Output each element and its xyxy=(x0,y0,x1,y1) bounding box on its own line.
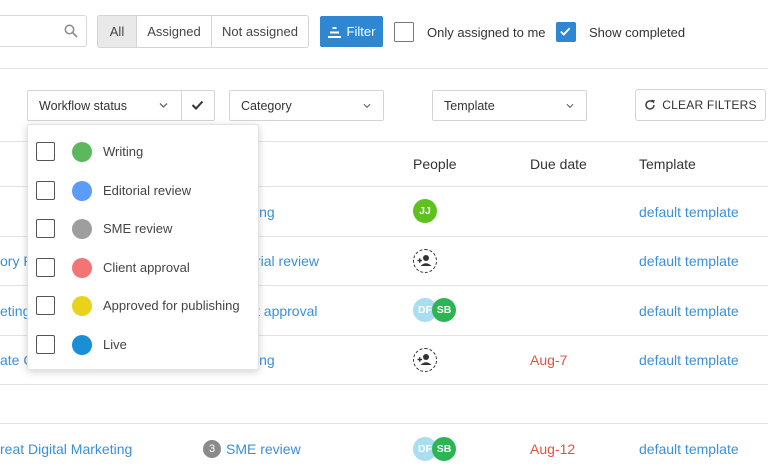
template-select[interactable]: Template xyxy=(432,90,587,121)
option-checkbox[interactable] xyxy=(36,219,55,238)
row-title-link[interactable]: eting xyxy=(0,303,30,319)
tab-assigned[interactable]: Assigned xyxy=(137,16,212,47)
template-label: Template xyxy=(444,98,495,113)
row-divider xyxy=(0,384,768,385)
status-color-dot xyxy=(72,258,92,278)
row-status-link[interactable]: SME review xyxy=(226,441,301,457)
option-checkbox[interactable] xyxy=(36,142,55,161)
due-date: Aug-7 xyxy=(530,352,568,368)
workflow-status-select[interactable]: Workflow status xyxy=(27,90,215,121)
row-template-link[interactable]: default template xyxy=(639,253,739,269)
dropdown-option-sme-review[interactable]: SME review xyxy=(28,209,260,247)
column-header-people: People xyxy=(413,156,457,172)
option-label: Writing xyxy=(103,144,144,159)
option-checkbox[interactable] xyxy=(36,335,55,354)
option-label: Live xyxy=(103,337,127,352)
status-color-dot xyxy=(72,219,92,239)
option-label: SME review xyxy=(103,221,173,236)
refresh-icon xyxy=(645,99,656,110)
dropdown-option-writing[interactable]: Writing xyxy=(28,132,260,170)
option-checkbox[interactable] xyxy=(36,296,55,315)
workflow-status-dropdown: Writing Editorial review SME review Clie… xyxy=(27,124,259,370)
dropdown-option-editorial-review[interactable]: Editorial review xyxy=(28,171,260,209)
category-select[interactable]: Category xyxy=(229,90,384,121)
checkmark-icon xyxy=(560,27,571,36)
add-user-icon xyxy=(417,354,432,365)
assign-user-button[interactable] xyxy=(413,348,437,372)
show-completed-label: Show completed xyxy=(589,25,686,40)
clear-filters-label: CLEAR FILTERS xyxy=(662,98,757,112)
only-assigned-checkbox[interactable] xyxy=(394,22,414,42)
category-label: Category xyxy=(241,98,292,113)
dropdown-option-approved-for-publishing[interactable]: Approved for publishing xyxy=(28,286,260,324)
avatar[interactable]: JJ xyxy=(413,199,437,223)
apply-check-icon[interactable] xyxy=(191,100,204,110)
dropdown-option-live[interactable]: Live xyxy=(28,325,260,363)
status-color-dot xyxy=(72,335,92,355)
show-completed-checkbox[interactable] xyxy=(556,22,576,42)
chevron-down-icon xyxy=(363,103,371,109)
add-user-icon xyxy=(417,255,432,266)
comment-count-badge: 3 xyxy=(203,440,221,458)
select-divider xyxy=(181,91,182,120)
option-checkbox[interactable] xyxy=(36,258,55,277)
search-input[interactable] xyxy=(0,15,87,47)
assignment-segmented-control: All Assigned Not assigned xyxy=(97,15,309,48)
column-header-due-date: Due date xyxy=(530,156,587,172)
option-label: Editorial review xyxy=(103,183,192,198)
clear-filters-button[interactable]: CLEAR FILTERS xyxy=(635,89,766,121)
avatar[interactable]: SB xyxy=(432,437,456,461)
workflow-status-label: Workflow status xyxy=(39,98,127,113)
row-template-link[interactable]: default template xyxy=(639,441,739,457)
row-status-link[interactable]: rial review xyxy=(256,253,319,269)
only-assigned-label: Only assigned to me xyxy=(427,25,546,40)
status-color-dot xyxy=(72,181,92,201)
option-label: Client approval xyxy=(103,260,190,275)
column-header-template: Template xyxy=(639,156,696,172)
row-status-link[interactable]: t approval xyxy=(256,303,317,319)
tab-not-assigned[interactable]: Not assigned xyxy=(212,16,308,47)
filter-icon xyxy=(327,26,341,38)
status-color-dot xyxy=(72,296,92,316)
avatar[interactable]: SB xyxy=(432,298,456,322)
status-color-dot xyxy=(72,142,92,162)
dropdown-option-client-approval[interactable]: Client approval xyxy=(28,248,260,286)
tab-all[interactable]: All xyxy=(98,16,137,47)
row-template-link[interactable]: default template xyxy=(639,204,739,220)
option-label: Approved for publishing xyxy=(103,298,240,313)
row-title-link[interactable]: reat Digital Marketing xyxy=(0,441,132,457)
filter-button[interactable]: Filter xyxy=(320,16,383,47)
chevron-down-icon xyxy=(566,103,574,109)
row-template-link[interactable]: default template xyxy=(639,303,739,319)
option-checkbox[interactable] xyxy=(36,181,55,200)
toolbar-divider xyxy=(0,68,768,69)
due-date: Aug-12 xyxy=(530,441,576,457)
filter-button-label: Filter xyxy=(346,24,376,39)
search-icon xyxy=(64,24,78,38)
assign-user-button[interactable] xyxy=(413,249,437,273)
chevron-down-icon xyxy=(159,103,168,108)
group-divider xyxy=(0,423,768,424)
row-template-link[interactable]: default template xyxy=(639,352,739,368)
